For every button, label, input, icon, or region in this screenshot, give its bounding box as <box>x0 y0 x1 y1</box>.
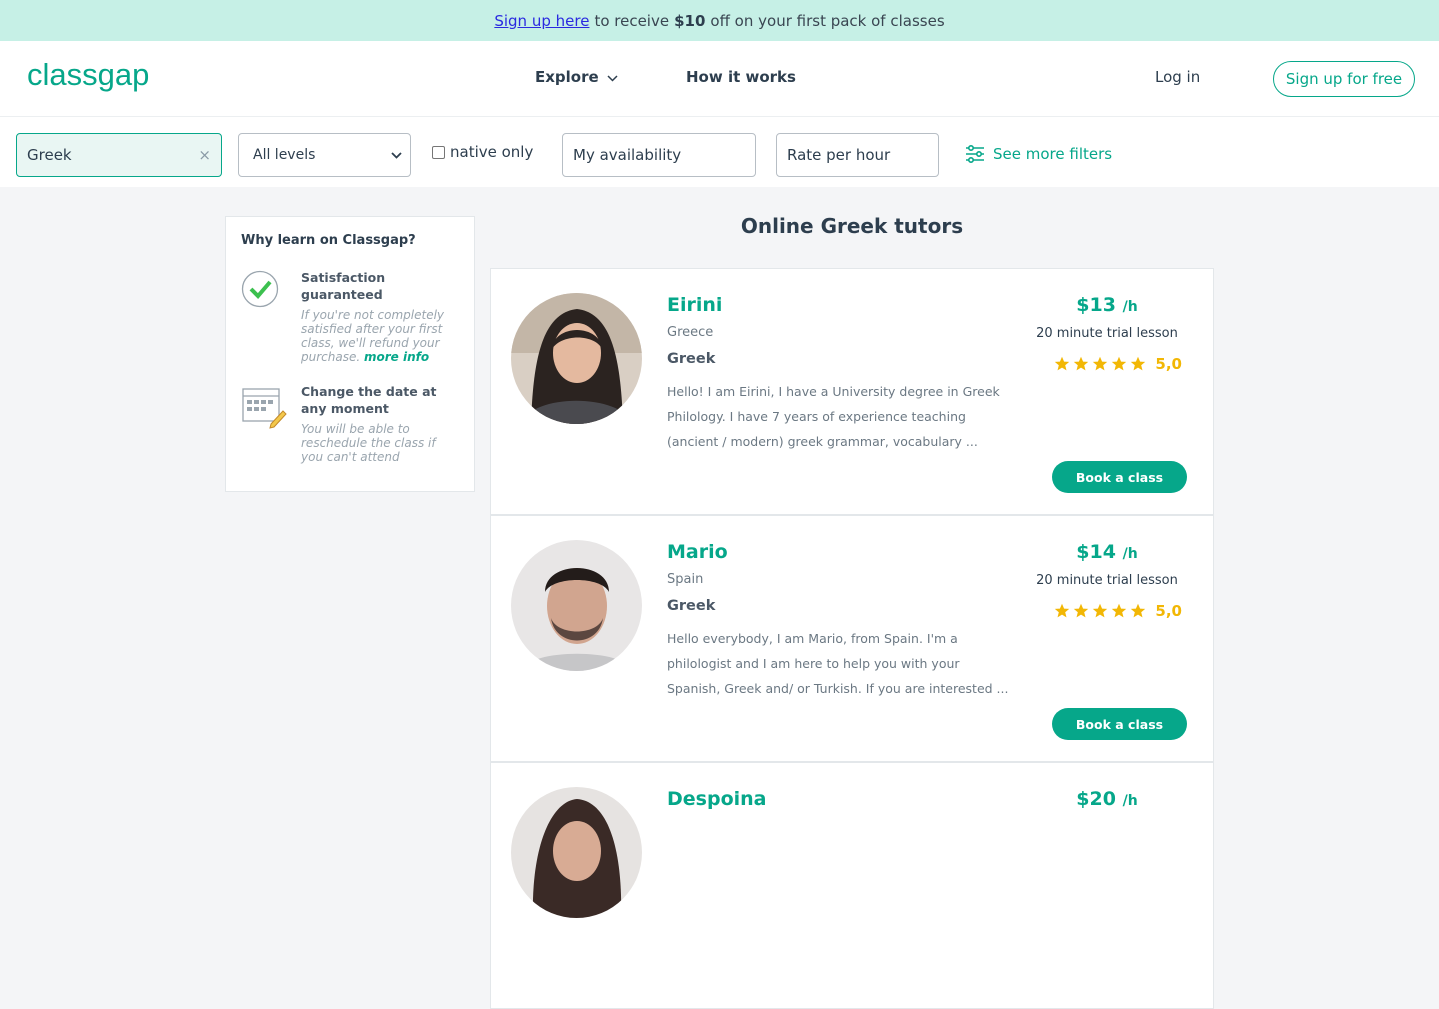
book-class-button[interactable]: Book a class <box>1052 461 1187 493</box>
nav-explore-label: Explore <box>535 68 599 86</box>
level-select[interactable]: All levels <box>238 133 411 177</box>
star-icon <box>1074 603 1089 618</box>
filter-bar: Greek × All levels native only My availa… <box>0 117 1439 187</box>
price-amount: $14 <box>1076 541 1116 563</box>
subject-search-input[interactable]: Greek × <box>16 133 222 177</box>
tutor-card[interactable]: Despoina $20 /h <box>490 762 1214 1009</box>
tutor-card[interactable]: Eirini Greece Greek Hello! I am Eirini, … <box>490 268 1214 515</box>
trial-lesson-text: 20 minute trial lesson <box>1036 326 1178 341</box>
benefit-title: Satisfaction guaranteed <box>301 270 386 302</box>
tutor-description: Hello everybody, I am Mario, from Spain.… <box>667 631 1009 696</box>
sliders-icon <box>966 145 984 163</box>
tutor-avatar[interactable] <box>511 293 642 424</box>
tutor-subject: Greek <box>667 351 716 367</box>
benefit-reschedule: Change the date at any moment You will b… <box>241 384 459 464</box>
benefit-desc: If you're not completely satisfied after… <box>301 308 459 364</box>
rate-filter[interactable]: Rate per hour <box>776 133 939 177</box>
star-icon <box>1093 603 1108 618</box>
nav-explore[interactable]: Explore <box>535 68 618 86</box>
logo-text: classgap <box>27 57 149 92</box>
chevron-down-icon <box>607 74 618 82</box>
tutor-rating: 5,0 <box>1054 355 1182 373</box>
trial-lesson-text: 20 minute trial lesson <box>1036 573 1178 588</box>
subject-search-value: Greek <box>27 146 72 164</box>
benefit-title: Change the date at any moment <box>301 383 437 416</box>
checkbox-box[interactable] <box>432 145 445 159</box>
tutor-description: Hello! I am Eirini, I have a University … <box>667 384 1000 449</box>
price-unit: /h <box>1122 793 1138 809</box>
tutor-name[interactable]: Eirini <box>667 294 722 316</box>
benefit-desc: You will be able to reschedule the class… <box>301 421 436 464</box>
tutor-price: $14 /h <box>1027 541 1187 563</box>
rating-value: 5,0 <box>1155 355 1182 373</box>
site-header: classgap Explore How it works Log in Sig… <box>0 41 1439 117</box>
why-classgap-panel: Why learn on Classgap? Satisfaction guar… <box>225 216 475 492</box>
signup-button[interactable]: Sign up for free <box>1273 61 1415 97</box>
more-filters-label: See more filters <box>993 145 1113 163</box>
tutor-avatar[interactable] <box>511 787 642 918</box>
tutor-subject: Greek <box>667 598 716 614</box>
tutor-price: $13 /h <box>1027 294 1187 316</box>
calendar-icon <box>241 384 289 464</box>
banner-text-after: off on your first pack of classes <box>710 11 945 30</box>
tutor-country: Spain <box>667 572 704 587</box>
tutor-name[interactable]: Mario <box>667 541 728 563</box>
more-filters-button[interactable]: See more filters <box>965 145 1112 163</box>
banner-amount: $10 <box>674 11 706 30</box>
star-icon <box>1074 356 1089 371</box>
tutor-card[interactable]: Mario Spain Greek Hello everybody, I am … <box>490 515 1214 762</box>
rating-value: 5,0 <box>1155 602 1182 620</box>
price-unit: /h <box>1122 546 1138 562</box>
classgap-logo[interactable]: classgap <box>27 57 167 101</box>
login-link[interactable]: Log in <box>1155 68 1200 86</box>
star-icon <box>1112 356 1127 371</box>
tutor-list: Eirini Greece Greek Hello! I am Eirini, … <box>490 268 1214 1009</box>
panel-title: Why learn on Classgap? <box>241 233 416 248</box>
star-icon <box>1131 603 1146 618</box>
promo-banner: Sign up here to receive $10 off on your … <box>0 0 1439 41</box>
star-icon <box>1055 356 1070 371</box>
star-icon <box>1131 356 1146 371</box>
clear-icon[interactable]: × <box>198 146 211 164</box>
page-title: Online Greek tutors <box>740 214 964 238</box>
signup-link[interactable]: Sign up here <box>494 12 589 30</box>
price-amount: $20 <box>1076 788 1116 810</box>
availability-filter[interactable]: My availability <box>562 133 756 177</box>
tutor-country: Greece <box>667 325 714 340</box>
book-class-button[interactable]: Book a class <box>1052 708 1187 740</box>
star-icon <box>1093 356 1108 371</box>
price-amount: $13 <box>1076 294 1116 316</box>
nav-how-it-works[interactable]: How it works <box>686 68 796 86</box>
tutor-price: $20 /h <box>1027 788 1187 810</box>
tutor-name[interactable]: Despoina <box>667 788 766 810</box>
level-select-value: All levels <box>253 147 316 163</box>
native-only-label: native only <box>450 143 534 161</box>
price-unit: /h <box>1122 299 1138 315</box>
check-circle-icon <box>241 270 289 364</box>
tutor-avatar[interactable] <box>511 540 642 671</box>
tutor-rating: 5,0 <box>1054 602 1182 620</box>
chevron-down-icon <box>391 151 402 159</box>
benefit-satisfaction: Satisfaction guaranteed If you're not co… <box>241 270 459 364</box>
more-info-link[interactable]: more info <box>364 350 429 364</box>
banner-text-before: to receive <box>594 11 670 30</box>
star-icon <box>1055 603 1070 618</box>
star-icon <box>1112 603 1127 618</box>
native-only-checkbox[interactable]: native only <box>432 143 533 161</box>
